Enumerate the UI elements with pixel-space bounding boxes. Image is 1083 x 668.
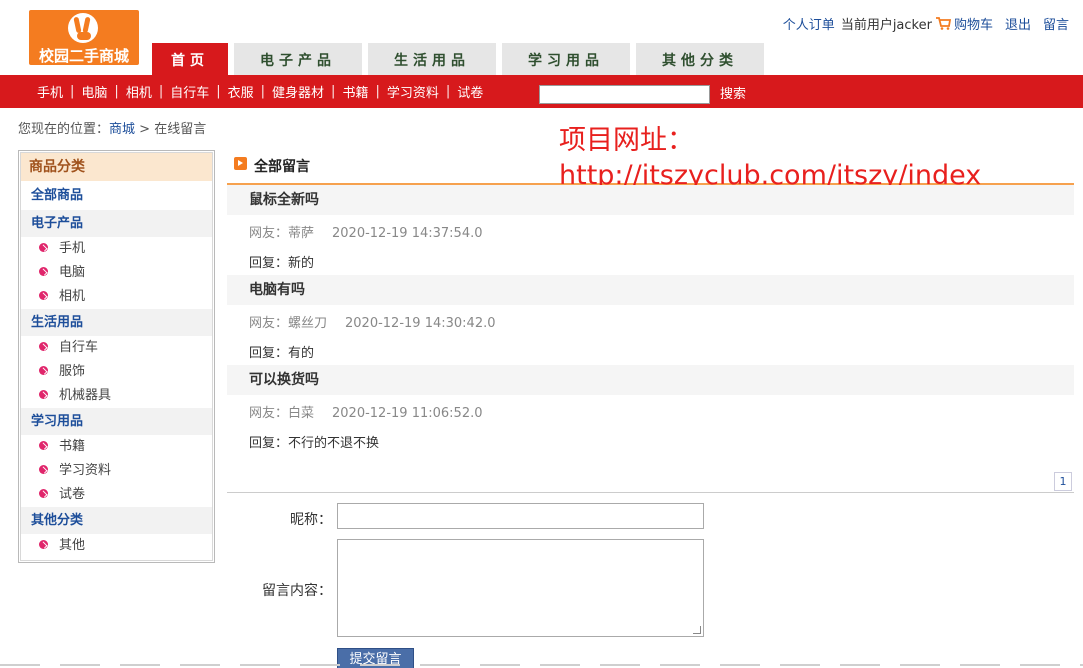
message-meta: 网友：蒂萨 2020-12-19 14:37:54.0: [249, 222, 483, 241]
sidebar-title: 商品分类: [21, 153, 212, 181]
category-link[interactable]: 衣服: [221, 82, 261, 101]
nickname-input[interactable]: [337, 503, 704, 529]
main-nav-tabs: 首页 电子产品 生活用品 学习用品 其他分类: [152, 43, 764, 75]
message-reply: 回复：新的: [249, 256, 315, 271]
message-reply: 回复：不行的不退不换: [249, 436, 380, 451]
bullet-icon: [39, 290, 48, 300]
search-button[interactable]: 搜索: [720, 85, 746, 104]
tab-other[interactable]: 其他分类: [636, 43, 764, 75]
message-question: 电脑有吗: [227, 275, 1074, 305]
cart-link[interactable]: 购物车: [954, 14, 993, 33]
message-reply: 回复：有的: [249, 346, 315, 361]
breadcrumb-prefix: 您现在的位置：: [18, 122, 110, 137]
category-link[interactable]: 学习资料: [380, 82, 446, 101]
sidebar-item[interactable]: 机械器具: [21, 384, 212, 408]
bullet-icon: [39, 488, 48, 498]
sidebar-item[interactable]: 手机: [21, 237, 212, 261]
message-meta: 网友：白菜 2020-12-19 11:06:52.0: [249, 402, 483, 421]
category-link[interactable]: 书籍: [335, 82, 375, 101]
category-link[interactable]: 健身器材: [265, 82, 331, 101]
message-user: 网友：蒂萨: [249, 226, 315, 241]
message-content-textarea[interactable]: [337, 539, 704, 637]
bullet-icon: [39, 539, 48, 549]
category-link[interactable]: 手机: [30, 82, 70, 101]
orders-link[interactable]: 个人订单: [783, 14, 835, 33]
logout-link[interactable]: 退出: [1005, 14, 1031, 33]
divider: [227, 492, 1074, 493]
sidebar-item[interactable]: 自行车: [21, 336, 212, 360]
sidebar-group-electronics[interactable]: 电子产品: [21, 210, 212, 237]
page-number-button[interactable]: 1: [1054, 472, 1072, 491]
shopping-cart-icon[interactable]: [935, 17, 951, 30]
site-logo[interactable]: 校园二手商城: [29, 10, 139, 65]
sidebar-item[interactable]: 学习资料: [21, 459, 212, 483]
message-time: 2020-12-19 11:06:52.0: [332, 406, 483, 421]
message-user: 网友：螺丝刀: [249, 316, 328, 331]
category-bar: 手机 | 电脑 | 相机 | 自行车 | 衣服 | 健身器材 | 书籍 | 学习资料 | 试卷 …: [0, 75, 1083, 108]
sidebar-group-daily[interactable]: 生活用品: [21, 309, 212, 336]
category-link[interactable]: 自行车: [163, 82, 216, 101]
message-user: 网友：白菜: [249, 406, 315, 421]
content-label: 留言内容：: [262, 583, 332, 599]
breadcrumb: 您现在的位置：商城 > 在线留言: [18, 118, 206, 137]
section-title: 全部留言: [254, 159, 310, 175]
message-question: 鼠标全新吗: [227, 185, 1074, 215]
message-time: 2020-12-19 14:37:54.0: [332, 226, 483, 241]
breadcrumb-current: 在线留言: [154, 122, 207, 137]
message-question: 可以换货吗: [227, 365, 1074, 395]
logo-text: 校园二手商城: [38, 47, 129, 65]
message-link[interactable]: 留言: [1043, 14, 1069, 33]
sidebar-group-other[interactable]: 其他分类: [21, 507, 212, 534]
tab-home[interactable]: 首页: [152, 43, 228, 75]
bullet-icon: [39, 389, 48, 399]
sidebar-item[interactable]: 电脑: [21, 261, 212, 285]
sidebar-item[interactable]: 试卷: [21, 483, 212, 507]
tab-daily-goods[interactable]: 生活用品: [368, 43, 496, 75]
category-link[interactable]: 电脑: [74, 82, 114, 101]
sidebar-item-all[interactable]: 全部商品: [21, 181, 212, 210]
bullet-icon: [39, 341, 48, 351]
bullet-icon: [39, 266, 48, 276]
bullet-icon: [39, 365, 48, 375]
top-links: 个人订单 当前用户jacker 购物车 退出 留言: [771, 14, 1069, 33]
sidebar-item[interactable]: 书籍: [21, 435, 212, 459]
message-time: 2020-12-19 14:30:42.0: [345, 316, 496, 331]
breadcrumb-home-link[interactable]: 商城: [109, 122, 135, 137]
bullet-icon: [39, 464, 48, 474]
category-link[interactable]: 相机: [119, 82, 159, 101]
current-user-text: 当前用户jacker: [840, 18, 932, 33]
message-meta: 网友：螺丝刀 2020-12-19 14:30:42.0: [249, 312, 496, 331]
category-sidebar: 商品分类 全部商品 电子产品 手机 电脑 相机 生活用品 自行车 服饰 机械器具…: [18, 150, 215, 563]
breadcrumb-separator: >: [139, 122, 151, 137]
project-url-watermark: 项目网址：http://itszyclub.com/itszy/index: [559, 125, 982, 191]
search-input[interactable]: [539, 85, 710, 104]
nickname-label: 昵称：: [290, 512, 332, 528]
category-link[interactable]: 试卷: [450, 82, 490, 101]
sidebar-item[interactable]: 其他: [21, 534, 212, 558]
tab-electronics[interactable]: 电子产品: [234, 43, 362, 75]
tab-study-goods[interactable]: 学习用品: [502, 43, 630, 75]
sidebar-item[interactable]: 服饰: [21, 360, 212, 384]
sidebar-group-study[interactable]: 学习用品: [21, 408, 212, 435]
bullet-icon: [39, 440, 48, 450]
bullet-icon: [39, 242, 48, 252]
arrow-right-icon: [234, 157, 247, 170]
bottom-divider: [0, 664, 1083, 666]
sidebar-item[interactable]: 相机: [21, 285, 212, 309]
